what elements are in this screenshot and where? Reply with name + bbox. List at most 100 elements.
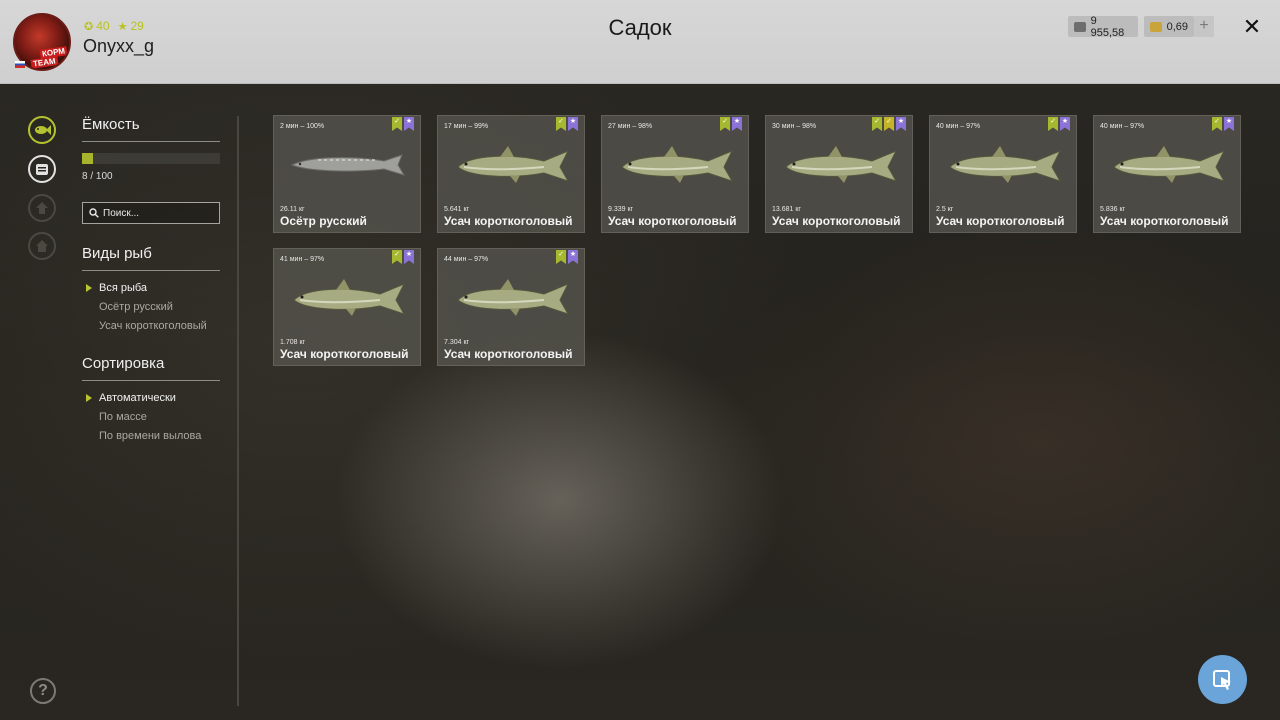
catch-weight: 7.304 кг [444,339,470,346]
star-icon: ★ [117,20,128,33]
barbel-image [457,279,570,316]
cursor-icon [1212,669,1231,690]
purple-ribbon-icon: ★ [896,117,906,131]
yellow-ribbon-icon: ✓ [884,117,894,131]
barbel-image [785,146,898,183]
species-filter-sturgeon[interactable]: Осётр русский [99,301,173,313]
catch-card[interactable]: 2 мин – 100% ✓ ★ 26.11 кг Осётр русский [273,115,421,233]
help-button[interactable]: ? [30,678,56,704]
catch-weight: 26.11 кг [280,206,305,213]
catch-card[interactable]: 17 мин – 99% ✓ ★ 5.641 кг Усач короткоголовы… [437,115,585,233]
trophy-tab-icon[interactable] [28,194,56,222]
fish-tab-icon[interactable] [28,116,56,144]
selected-marker-icon [86,284,92,292]
catch-time: 41 мин – 97% [280,256,325,263]
catch-weight: 9.339 кг [608,206,634,213]
catch-species-name: Усач короткоголовый [772,214,901,228]
catch-badges: ✓ ★ [392,117,414,131]
rating-value: 40 [96,19,110,33]
barbel-image [621,146,734,183]
top-bar: КОРМ TEAM ✪ 40 ★ 29 Onyxx_g Садок 9 955,… [0,0,1280,84]
barbel-image [949,146,1062,183]
catch-time: 27 мин – 98% [608,123,653,130]
species-filter-barbel[interactable]: Усач короткоголовый [99,320,207,332]
keepnet-tab-icon[interactable] [28,155,56,183]
green-ribbon-icon: ✓ [1048,117,1058,131]
home-tab-icon[interactable] [28,232,56,260]
gold-coin-icon [1150,21,1162,32]
catch-weight: 13.681 кг [772,206,801,213]
barbel-image [293,279,406,316]
silver-value: 9 955,58 [1090,14,1125,39]
catch-weight: 1.708 кг [280,339,306,346]
green-ribbon-icon: ✓ [556,250,566,264]
barbel-image [1113,146,1226,183]
catch-card[interactable]: 30 мин – 98% ✓ ✓ ★ 13.681 кг Усач короткоголо… [765,115,913,233]
catch-card[interactable]: 27 мин – 98% ✓ ★ 9.339 кг Усач короткоголовы… [601,115,749,233]
catch-badges: ✓ ★ [720,117,742,131]
catch-species-name: Усач короткоголовый [280,347,409,361]
add-currency-button[interactable]: + [1194,16,1214,37]
green-ribbon-icon: ✓ [556,117,566,131]
catch-time: 44 мин – 97% [444,256,489,263]
catch-species-name: Усач короткоголовый [1100,214,1229,228]
catch-card[interactable]: 40 мин – 97% ✓ ★ 5.836 кг Усач короткоголовы… [1093,115,1241,233]
sort-option-mass[interactable]: По массе [99,411,147,423]
purple-ribbon-icon: ★ [1060,117,1070,131]
gold-balance[interactable]: 0,69 [1144,16,1194,37]
green-ribbon-icon: ✓ [720,117,730,131]
catch-badges: ✓ ★ [1048,117,1070,131]
catch-species-name: Усач короткоголовый [444,214,573,228]
stars-value: 29 [130,19,144,33]
purple-ribbon-icon: ★ [404,117,414,131]
species-filter-all[interactable]: Вся рыба [99,282,147,294]
catch-species-name: Усач короткоголовый [936,214,1065,228]
catch-weight: 5.836 кг [1100,206,1126,213]
keepnet-icon [36,164,48,175]
trophy-icon [36,202,48,214]
purple-ribbon-icon: ★ [404,250,414,264]
rating-icon: ✪ [84,20,94,33]
catch-badges: ✓ ★ [556,250,578,264]
catch-badges: ✓ ★ [392,250,414,264]
green-ribbon-icon: ✓ [872,117,882,131]
divider [82,380,220,381]
search-input[interactable] [103,207,213,219]
purple-ribbon-icon: ★ [568,250,578,264]
capacity-count: 8 / 100 [82,171,113,182]
catch-badges: ✓ ★ [556,117,578,131]
stars-stat: ★ 29 [118,19,144,33]
rating-stat: ✪ 40 [84,19,110,33]
sort-option-auto[interactable]: Автоматически [99,392,176,404]
catch-card[interactable]: 41 мин – 97% ✓ ★ 1.708 кг Усач короткоголовы… [273,248,421,366]
search-box[interactable] [82,202,220,224]
catch-species-name: Осётр русский [280,214,367,228]
capacity-bar-fill [82,153,94,164]
sort-option-time[interactable]: По времени вылова [99,430,201,442]
green-ribbon-icon: ✓ [392,117,402,131]
catch-card[interactable]: 40 мин – 97% ✓ ★ 2.5 кг Усач короткоголовый [929,115,1077,233]
home-icon [36,240,48,252]
catch-species-name: Усач короткоголовый [608,214,737,228]
silver-coin-icon [1074,21,1086,32]
close-button[interactable]: ✕ [1240,14,1264,40]
catch-weight: 5.641 кг [444,206,470,213]
catch-time: 2 мин – 100% [280,123,325,130]
catch-species-name: Усач короткоголовый [444,347,573,361]
catch-time: 30 мин – 98% [772,123,817,130]
username[interactable]: Onyxx_g [83,36,154,57]
fish-icon [35,125,51,135]
capacity-bar [82,153,220,164]
catch-badges: ✓ ★ [1212,117,1234,131]
gold-value: 0,69 [1166,20,1188,33]
cursor-mode-button[interactable] [1198,655,1247,704]
capacity-title: Ёмкость [82,116,140,133]
player-stats: ✪ 40 ★ 29 [84,19,144,33]
catch-time: 17 мин – 99% [444,123,489,130]
silver-balance[interactable]: 9 955,58 [1068,14,1138,39]
divider [82,141,220,142]
green-ribbon-icon: ✓ [392,250,402,264]
catch-card[interactable]: 44 мин – 97% ✓ ★ 7.304 кг Усач короткоголовы… [437,248,585,366]
divider [82,270,220,271]
purple-ribbon-icon: ★ [732,117,742,131]
